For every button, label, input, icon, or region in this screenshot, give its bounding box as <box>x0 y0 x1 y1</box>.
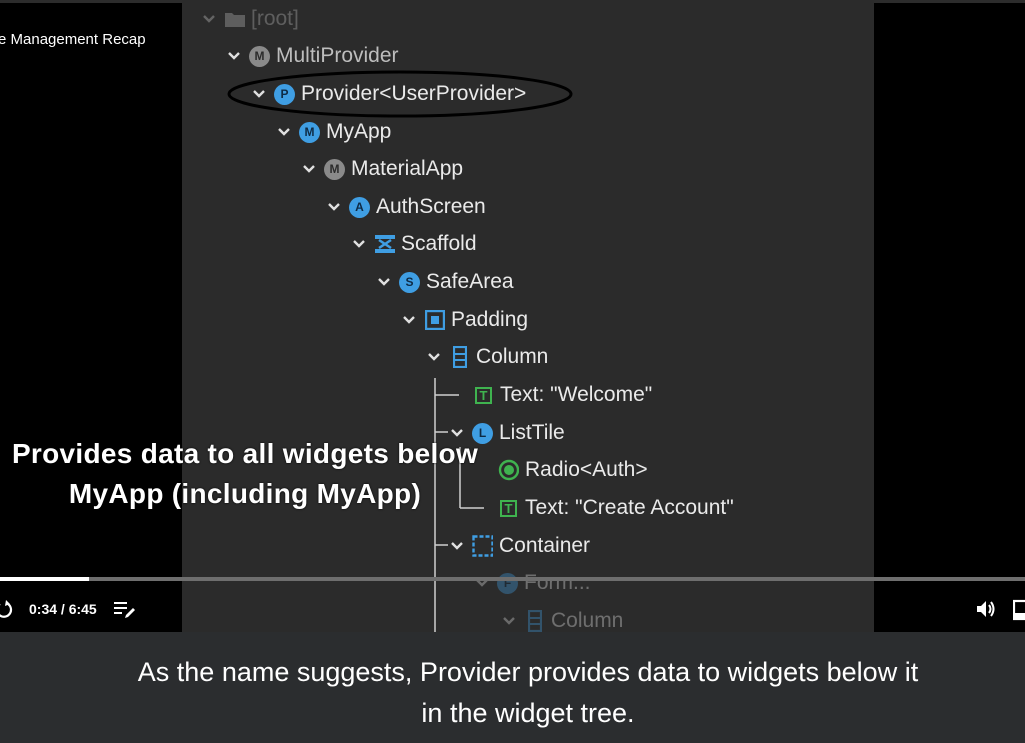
caption-line-2: in the widget tree. <box>421 698 635 728</box>
caption-line-1: As the name suggests, Provider provides … <box>137 657 919 687</box>
tree-node-label: Column <box>476 345 549 368</box>
tree-node-column[interactable]: Column <box>425 342 548 372</box>
chevron-down-icon[interactable] <box>350 235 368 253</box>
chevron-down-icon[interactable] <box>225 47 243 65</box>
scaffold-icon <box>374 234 395 255</box>
annotation-line-2: MyApp (including MyApp) <box>68 478 422 509</box>
tree-node-label: MultiProvider <box>276 44 399 67</box>
player-controls: 0:34 / 6:45 <box>0 590 1025 628</box>
caption-text: As the name suggests, Provider provides … <box>0 652 1025 734</box>
chevron-down-icon[interactable] <box>275 123 293 141</box>
container-icon <box>472 535 493 557</box>
chevron-down-icon[interactable] <box>250 85 268 103</box>
column-icon <box>449 346 470 368</box>
tree-node-label: SafeArea <box>426 270 514 293</box>
tree-node-materialapp[interactable]: M MaterialApp <box>300 154 463 184</box>
tree-node-label: MaterialApp <box>351 157 464 180</box>
tree-node-text-welcome[interactable]: T Text: "Welcome" <box>473 380 652 410</box>
tree-node-safearea[interactable]: S SafeArea <box>375 267 514 297</box>
tree-node-multiprovider[interactable]: M MultiProvider <box>225 41 399 71</box>
tree-node-label: Scaffold <box>401 232 477 255</box>
replay-icon[interactable] <box>0 598 14 620</box>
tree-node-label: [root] <box>251 7 299 30</box>
radio-icon <box>498 459 519 481</box>
folder-icon <box>224 9 245 30</box>
volume-icon[interactable] <box>975 598 997 620</box>
tree-node-authscreen[interactable]: A AuthScreen <box>325 192 486 222</box>
chevron-down-icon[interactable] <box>200 10 218 28</box>
tree-node-root[interactable]: [root] <box>200 4 299 34</box>
chevron-down-icon[interactable] <box>400 311 418 329</box>
tree-node-label: AuthScreen <box>376 195 486 218</box>
tree-node-label: MyApp <box>326 120 392 143</box>
progress-fill <box>0 577 90 581</box>
tree-node-label: Container <box>499 534 591 557</box>
tree-node-provider[interactable]: P Provider<UserProvider> <box>250 79 526 109</box>
progress-bar[interactable] <box>0 577 1025 581</box>
caption-bar: As the name suggests, Provider provides … <box>0 632 1025 743</box>
tree-node-label: ListTile <box>499 421 565 444</box>
widget-badge-icon: M <box>249 45 270 67</box>
tree-node-label: Text: "Create Account" <box>525 496 734 519</box>
text-widget-icon: T <box>473 385 494 406</box>
widget-badge-icon: A <box>349 196 370 218</box>
chevron-down-icon[interactable] <box>300 160 318 178</box>
video-player[interactable]: e Management Recap [root] M MultiProvide… <box>0 0 1025 632</box>
widget-badge-icon: S <box>399 271 420 293</box>
annotation-line-1: Provides data to all widgets below <box>11 438 479 469</box>
time-display: 0:34 / 6:45 <box>29 601 97 617</box>
playlist-edit-icon[interactable] <box>113 599 137 621</box>
padding-icon <box>424 310 445 331</box>
tree-node-text-create-account[interactable]: T Text: "Create Account" <box>498 493 734 523</box>
tree-node-label: Text: "Welcome" <box>500 383 653 406</box>
tree-node-radio[interactable]: Radio<Auth> <box>498 455 648 485</box>
tree-node-scaffold[interactable]: Scaffold <box>350 229 477 259</box>
chevron-down-icon[interactable] <box>448 537 466 555</box>
tree-node-myapp[interactable]: M MyApp <box>275 117 391 147</box>
widget-badge-icon: M <box>299 121 320 143</box>
tree-node-label: Padding <box>451 308 529 331</box>
chevron-down-icon[interactable] <box>325 198 343 216</box>
tree-node-container[interactable]: Container <box>448 531 590 561</box>
tree-node-padding[interactable]: Padding <box>400 305 528 335</box>
chevron-down-icon[interactable] <box>425 348 443 366</box>
fullscreen-icon[interactable] <box>1013 599 1025 621</box>
chevron-down-icon[interactable] <box>375 273 393 291</box>
material-app-icon: M <box>324 158 345 180</box>
tree-node-label: Radio<Auth> <box>525 458 648 481</box>
tree-node-label: Provider<UserProvider> <box>301 82 527 105</box>
widget-badge-icon: P <box>274 83 295 105</box>
text-widget-icon: T <box>498 498 519 519</box>
